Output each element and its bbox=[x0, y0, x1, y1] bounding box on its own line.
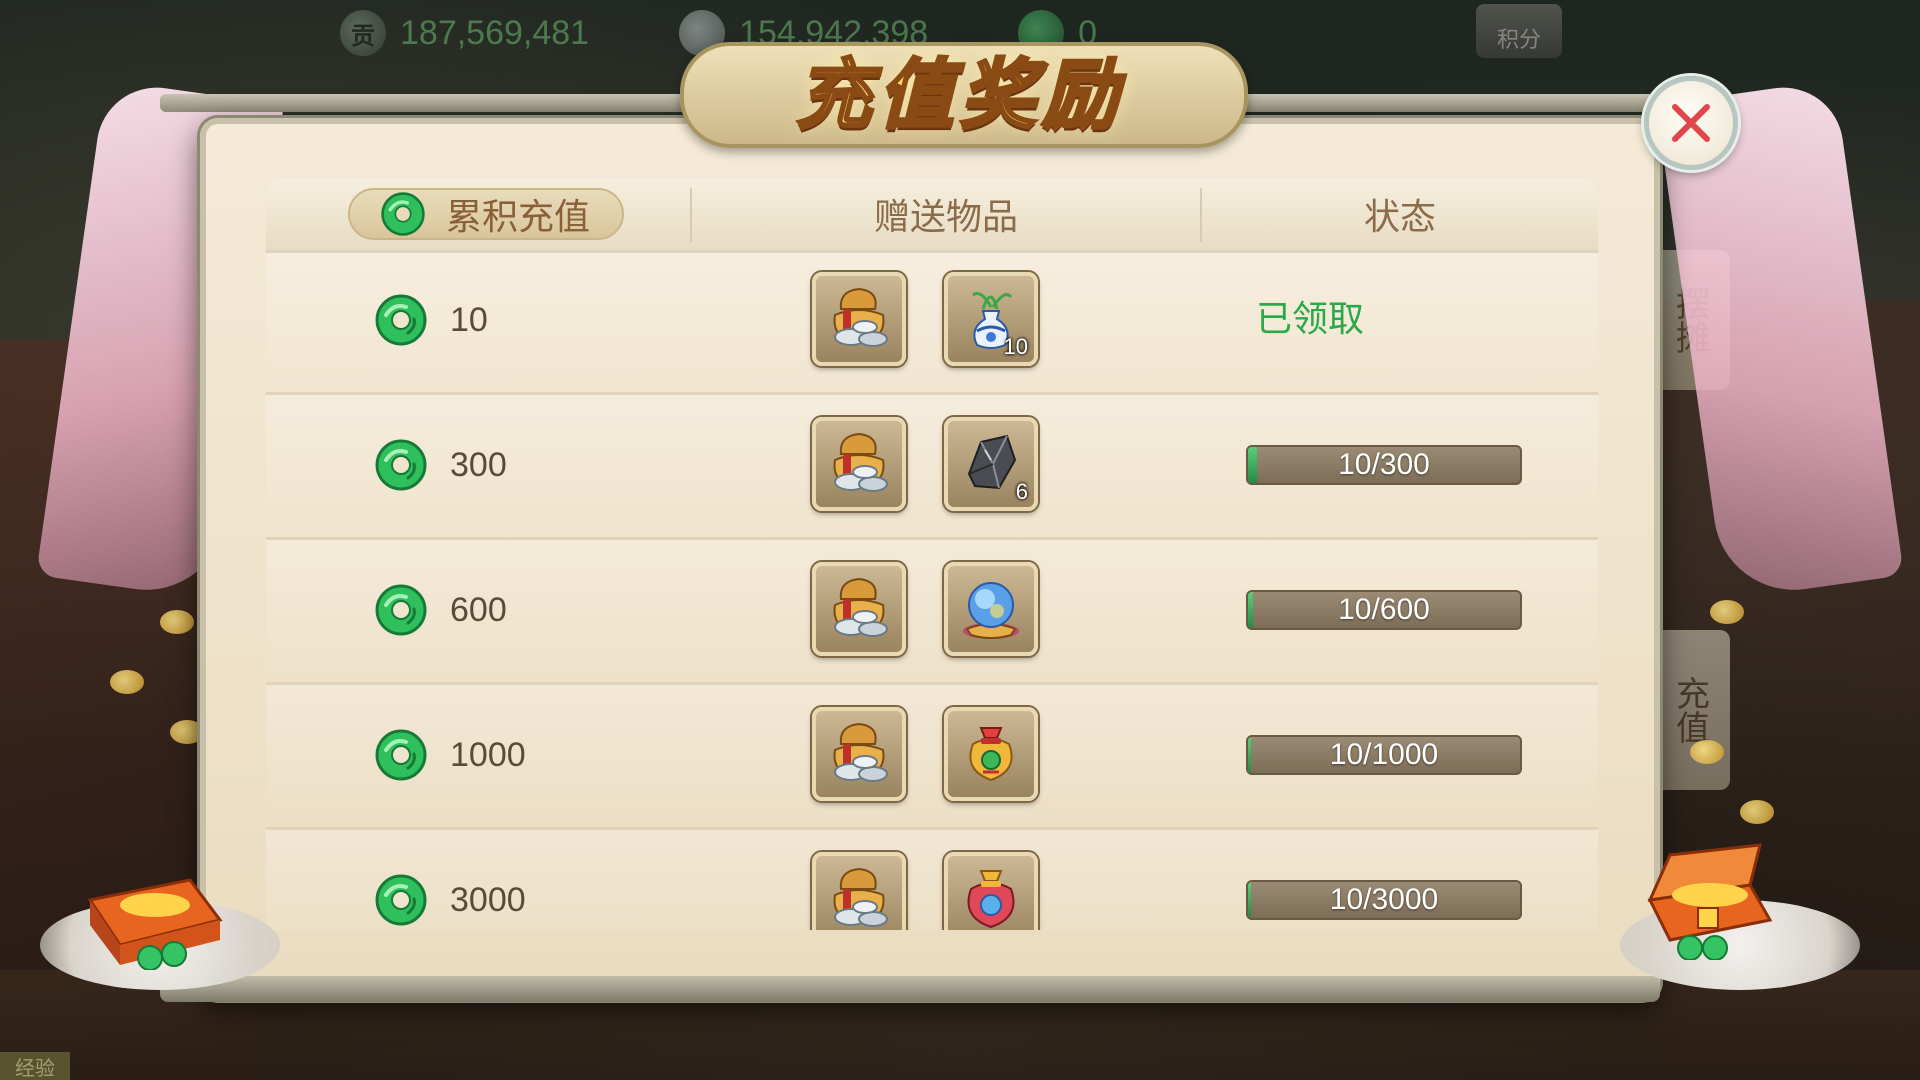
table-row: 1000 10/1000 bbox=[266, 685, 1598, 830]
treasure-chest-right-icon bbox=[1620, 840, 1790, 961]
progress-label: 10/1000 bbox=[1329, 738, 1439, 771]
score-button[interactable]: 积分 bbox=[1476, 4, 1562, 58]
jade-coin-icon bbox=[374, 873, 428, 927]
amount-value: 3000 bbox=[450, 880, 526, 919]
panel-bottom-rail bbox=[160, 976, 1660, 1002]
reward-item-slot[interactable] bbox=[944, 852, 1038, 930]
row-recharge-amount: 3000 bbox=[374, 870, 526, 930]
silver-ingot-bag-icon bbox=[821, 569, 897, 650]
red-lucky-bag-icon bbox=[953, 859, 1029, 931]
table-row: 300 6 10/300 bbox=[266, 395, 1598, 540]
table-header: 累积充值 赠送物品 状态 bbox=[266, 178, 1598, 253]
row-recharge-amount: 300 bbox=[374, 435, 507, 495]
row-recharge-amount: 600 bbox=[374, 580, 507, 640]
amount-value: 600 bbox=[450, 590, 507, 629]
silver-ingot-bag-icon bbox=[821, 279, 897, 360]
jade-coin-icon bbox=[374, 583, 428, 637]
coin-decoration bbox=[110, 670, 144, 694]
header-accumulated-label: 累积充值 bbox=[446, 196, 591, 237]
header-status: 状态 bbox=[1363, 196, 1436, 237]
jade-coin-icon bbox=[374, 438, 428, 492]
reward-item-slot[interactable] bbox=[812, 417, 906, 511]
jade-coin-icon bbox=[374, 728, 428, 782]
table-row: 10 10 已领取 bbox=[266, 250, 1598, 395]
reward-item-slot[interactable] bbox=[812, 562, 906, 656]
status-claimed-label: 已领取 bbox=[1256, 298, 1365, 339]
reward-item-slot[interactable] bbox=[812, 852, 906, 930]
crystal-orb-icon bbox=[953, 569, 1029, 650]
contribution-currency: 贡 187,569,481 bbox=[340, 10, 589, 56]
coin-decoration bbox=[1690, 740, 1724, 764]
coin-decoration bbox=[1710, 600, 1744, 624]
golden-lucky-bag-icon bbox=[953, 714, 1029, 795]
table-row: 3000 10/3000 bbox=[266, 830, 1598, 930]
reward-item-slot[interactable]: 6 bbox=[944, 417, 1038, 511]
silver-ingot-bag-icon bbox=[821, 424, 897, 505]
silver-ingot-bag-icon bbox=[821, 714, 897, 795]
amount-value: 1000 bbox=[450, 735, 526, 774]
header-accumulated-tab: 累积充值 bbox=[348, 188, 624, 240]
table-row: 600 10/600 bbox=[266, 540, 1598, 685]
coin-decoration bbox=[170, 720, 204, 744]
item-count: 6 bbox=[1015, 479, 1028, 504]
progress-label: 10/3000 bbox=[1329, 883, 1439, 916]
recharge-progress-bar: 10/1000 bbox=[1246, 735, 1522, 775]
reward-item-slot[interactable]: 10 bbox=[944, 272, 1038, 366]
side-tab-recharge[interactable]: 充值 bbox=[1650, 630, 1730, 790]
recharge-progress-bar: 10/3000 bbox=[1246, 880, 1522, 920]
panel-title: 充值奖励 bbox=[795, 49, 1124, 141]
amount-value: 10 bbox=[450, 300, 488, 339]
recharge-progress-bar: 10/600 bbox=[1246, 590, 1522, 630]
close-button[interactable] bbox=[1644, 76, 1738, 170]
contribution-amount: 187,569,481 bbox=[400, 13, 590, 52]
coin-decoration bbox=[160, 610, 194, 634]
reward-table[interactable]: 累积充值 赠送物品 状态 10 10 已领取 300 6 10/300 600 10/600 1… bbox=[266, 178, 1598, 930]
silver-ingot-bag-icon bbox=[821, 859, 897, 931]
amount-value: 300 bbox=[450, 445, 507, 484]
item-count: 10 bbox=[1003, 334, 1028, 359]
coin-decoration bbox=[1740, 800, 1774, 824]
contribution-icon: 贡 bbox=[340, 10, 386, 56]
jade-coin-icon bbox=[381, 192, 425, 236]
reward-item-slot[interactable] bbox=[812, 272, 906, 366]
jade-coin-icon bbox=[374, 293, 428, 347]
treasure-chest-left-icon bbox=[70, 850, 240, 971]
reward-item-slot[interactable] bbox=[944, 707, 1038, 801]
experience-badge: 经验 bbox=[0, 1052, 70, 1080]
recharge-progress-bar: 10/300 bbox=[1246, 445, 1522, 485]
progress-label: 10/600 bbox=[1338, 593, 1430, 626]
row-recharge-amount: 10 bbox=[374, 290, 488, 350]
close-icon bbox=[1672, 104, 1710, 142]
reward-item-slot[interactable] bbox=[812, 707, 906, 801]
header-gifts: 赠送物品 bbox=[873, 196, 1018, 237]
reward-item-slot[interactable] bbox=[944, 562, 1038, 656]
progress-label: 10/300 bbox=[1338, 448, 1430, 481]
row-recharge-amount: 1000 bbox=[374, 725, 526, 785]
